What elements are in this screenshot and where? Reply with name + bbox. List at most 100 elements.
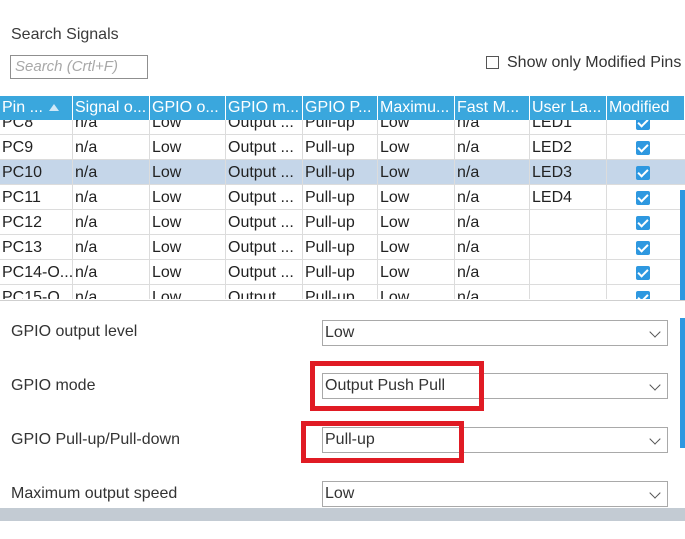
table-row[interactable]: PC9 n/a Low Output ... Pull-up Low n/a LED2 — [0, 135, 685, 160]
table-cell-speed: Low — [378, 135, 455, 160]
table-cell-pull: Pull-up — [303, 210, 378, 235]
modified-checkbox-checked[interactable] — [636, 291, 650, 299]
table-cell-output: Low — [150, 260, 226, 285]
table-cell-user-label: LED4 — [530, 185, 607, 210]
table-cell-output: Low — [150, 185, 226, 210]
table-cell-output: Low — [150, 285, 226, 299]
table-cell-user-label — [530, 210, 607, 235]
table-cell-user-label: LED3 — [530, 160, 607, 185]
chevron-down-icon — [649, 379, 661, 391]
table-cell-signal: n/a — [73, 235, 150, 260]
pull-label: GPIO Pull-up/Pull-down — [11, 431, 180, 448]
table-scrollbar[interactable] — [680, 190, 685, 300]
max-speed-value: Low — [325, 485, 355, 502]
table-cell-modified — [607, 210, 685, 235]
table-cell-output: Low — [150, 135, 226, 160]
table-cell-pin: PC14-O... — [0, 260, 73, 285]
table-cell-output: Low — [150, 160, 226, 185]
properties-scrollbar[interactable] — [680, 318, 685, 448]
table-body: PC8 n/a Low Output ... Pull-up Low n/a LED1 PC9 n… — [0, 110, 685, 299]
modified-checkbox-checked[interactable] — [636, 141, 650, 155]
max-speed-select[interactable]: Low — [322, 481, 668, 507]
sort-ascending-icon[interactable] — [48, 104, 59, 112]
table-cell-user-label: LED2 — [530, 135, 607, 160]
table-cell-fast: n/a — [455, 235, 530, 260]
table-cell-fast: n/a — [455, 285, 530, 299]
table-cell-modified — [607, 135, 685, 160]
table-cell-modified — [607, 160, 685, 185]
table-row[interactable]: PC15-O... n/a Low Output ... Pull-up Low n/a — [0, 285, 685, 299]
column-header[interactable]: Signal o... — [73, 96, 150, 120]
table-cell-pin: PC12 — [0, 210, 73, 235]
table-cell-speed: Low — [378, 160, 455, 185]
table-cell-fast: n/a — [455, 160, 530, 185]
chevron-down-icon — [649, 487, 661, 499]
max-speed-label: Maximum output speed — [11, 485, 178, 502]
table-cell-signal: n/a — [73, 135, 150, 160]
table-cell-mode: Output ... — [226, 260, 303, 285]
column-header[interactable]: Modified — [607, 96, 685, 120]
highlight-box-pull — [301, 421, 464, 463]
table-cell-modified — [607, 185, 685, 210]
table-cell-user-label — [530, 235, 607, 260]
table-cell-pull: Pull-up — [303, 185, 378, 210]
column-header-label: User La... — [532, 99, 602, 116]
modified-checkbox-checked[interactable] — [636, 166, 650, 180]
table-cell-pin: PC10 — [0, 160, 73, 185]
gpio-mode-label: GPIO mode — [11, 377, 96, 394]
show-modified-checkbox[interactable] — [486, 56, 499, 69]
column-header[interactable]: GPIO P... — [303, 96, 378, 120]
column-header[interactable]: GPIO m... — [226, 96, 303, 120]
column-header-label: Maximu... — [380, 99, 450, 116]
table-cell-speed: Low — [378, 285, 455, 299]
chevron-down-icon — [649, 433, 661, 445]
modified-checkbox-checked[interactable] — [636, 191, 650, 205]
table-cell-mode: Output ... — [226, 160, 303, 185]
table-cell-fast: n/a — [455, 135, 530, 160]
horizontal-scrollbar[interactable] — [0, 508, 685, 521]
table-cell-pin: PC13 — [0, 235, 73, 260]
chevron-down-icon — [649, 326, 661, 338]
search-input[interactable]: Search (Crtl+F) — [10, 55, 148, 79]
modified-checkbox-checked[interactable] — [636, 241, 650, 255]
column-header-label: Pin ... — [2, 99, 43, 116]
table-cell-mode: Output ... — [226, 185, 303, 210]
modified-checkbox-checked[interactable] — [636, 216, 650, 230]
column-header-label: GPIO o... — [152, 99, 219, 116]
table-cell-speed: Low — [378, 210, 455, 235]
table-cell-fast: n/a — [455, 185, 530, 210]
column-header-label: GPIO m... — [228, 99, 300, 116]
table-cell-pull: Pull-up — [303, 260, 378, 285]
column-header[interactable]: Maximu... — [378, 96, 455, 120]
column-header-label: Signal o... — [75, 99, 147, 116]
table-row[interactable]: PC11 n/a Low Output ... Pull-up Low n/a LED4 — [0, 185, 685, 210]
output-level-value: Low — [325, 324, 355, 341]
column-header[interactable]: Fast M... — [455, 96, 530, 120]
table-cell-fast: n/a — [455, 210, 530, 235]
table-cell-signal: n/a — [73, 160, 150, 185]
table-cell-pull: Pull-up — [303, 235, 378, 260]
show-modified-label[interactable]: Show only Modified Pins — [507, 54, 681, 72]
table-cell-mode: Output ... — [226, 285, 303, 299]
table-cell-signal: n/a — [73, 210, 150, 235]
table-cell-signal: n/a — [73, 185, 150, 210]
table-cell-signal: n/a — [73, 285, 150, 299]
column-header[interactable]: Pin ... — [0, 96, 73, 120]
column-header[interactable]: User La... — [530, 96, 607, 120]
table-row[interactable]: PC12 n/a Low Output ... Pull-up Low n/a — [0, 210, 685, 235]
table-cell-mode: Output ... — [226, 235, 303, 260]
table-row[interactable]: PC14-O... n/a Low Output ... Pull-up Low n/a — [0, 260, 685, 285]
output-level-select[interactable]: Low — [322, 320, 668, 346]
table-row[interactable]: PC10 n/a Low Output ... Pull-up Low n/a LED3 — [0, 160, 685, 185]
table-cell-pull: Pull-up — [303, 160, 378, 185]
table-cell-modified — [607, 260, 685, 285]
table-cell-mode: Output ... — [226, 210, 303, 235]
modified-checkbox-checked[interactable] — [636, 266, 650, 280]
table-row[interactable]: PC13 n/a Low Output ... Pull-up Low n/a — [0, 235, 685, 260]
table-cell-mode: Output ... — [226, 135, 303, 160]
column-header[interactable]: GPIO o... — [150, 96, 226, 120]
table-cell-pull: Pull-up — [303, 285, 378, 299]
table-cell-user-label — [530, 260, 607, 285]
highlight-box-gpio-mode — [310, 361, 484, 411]
table-cell-pin: PC15-O... — [0, 285, 73, 299]
